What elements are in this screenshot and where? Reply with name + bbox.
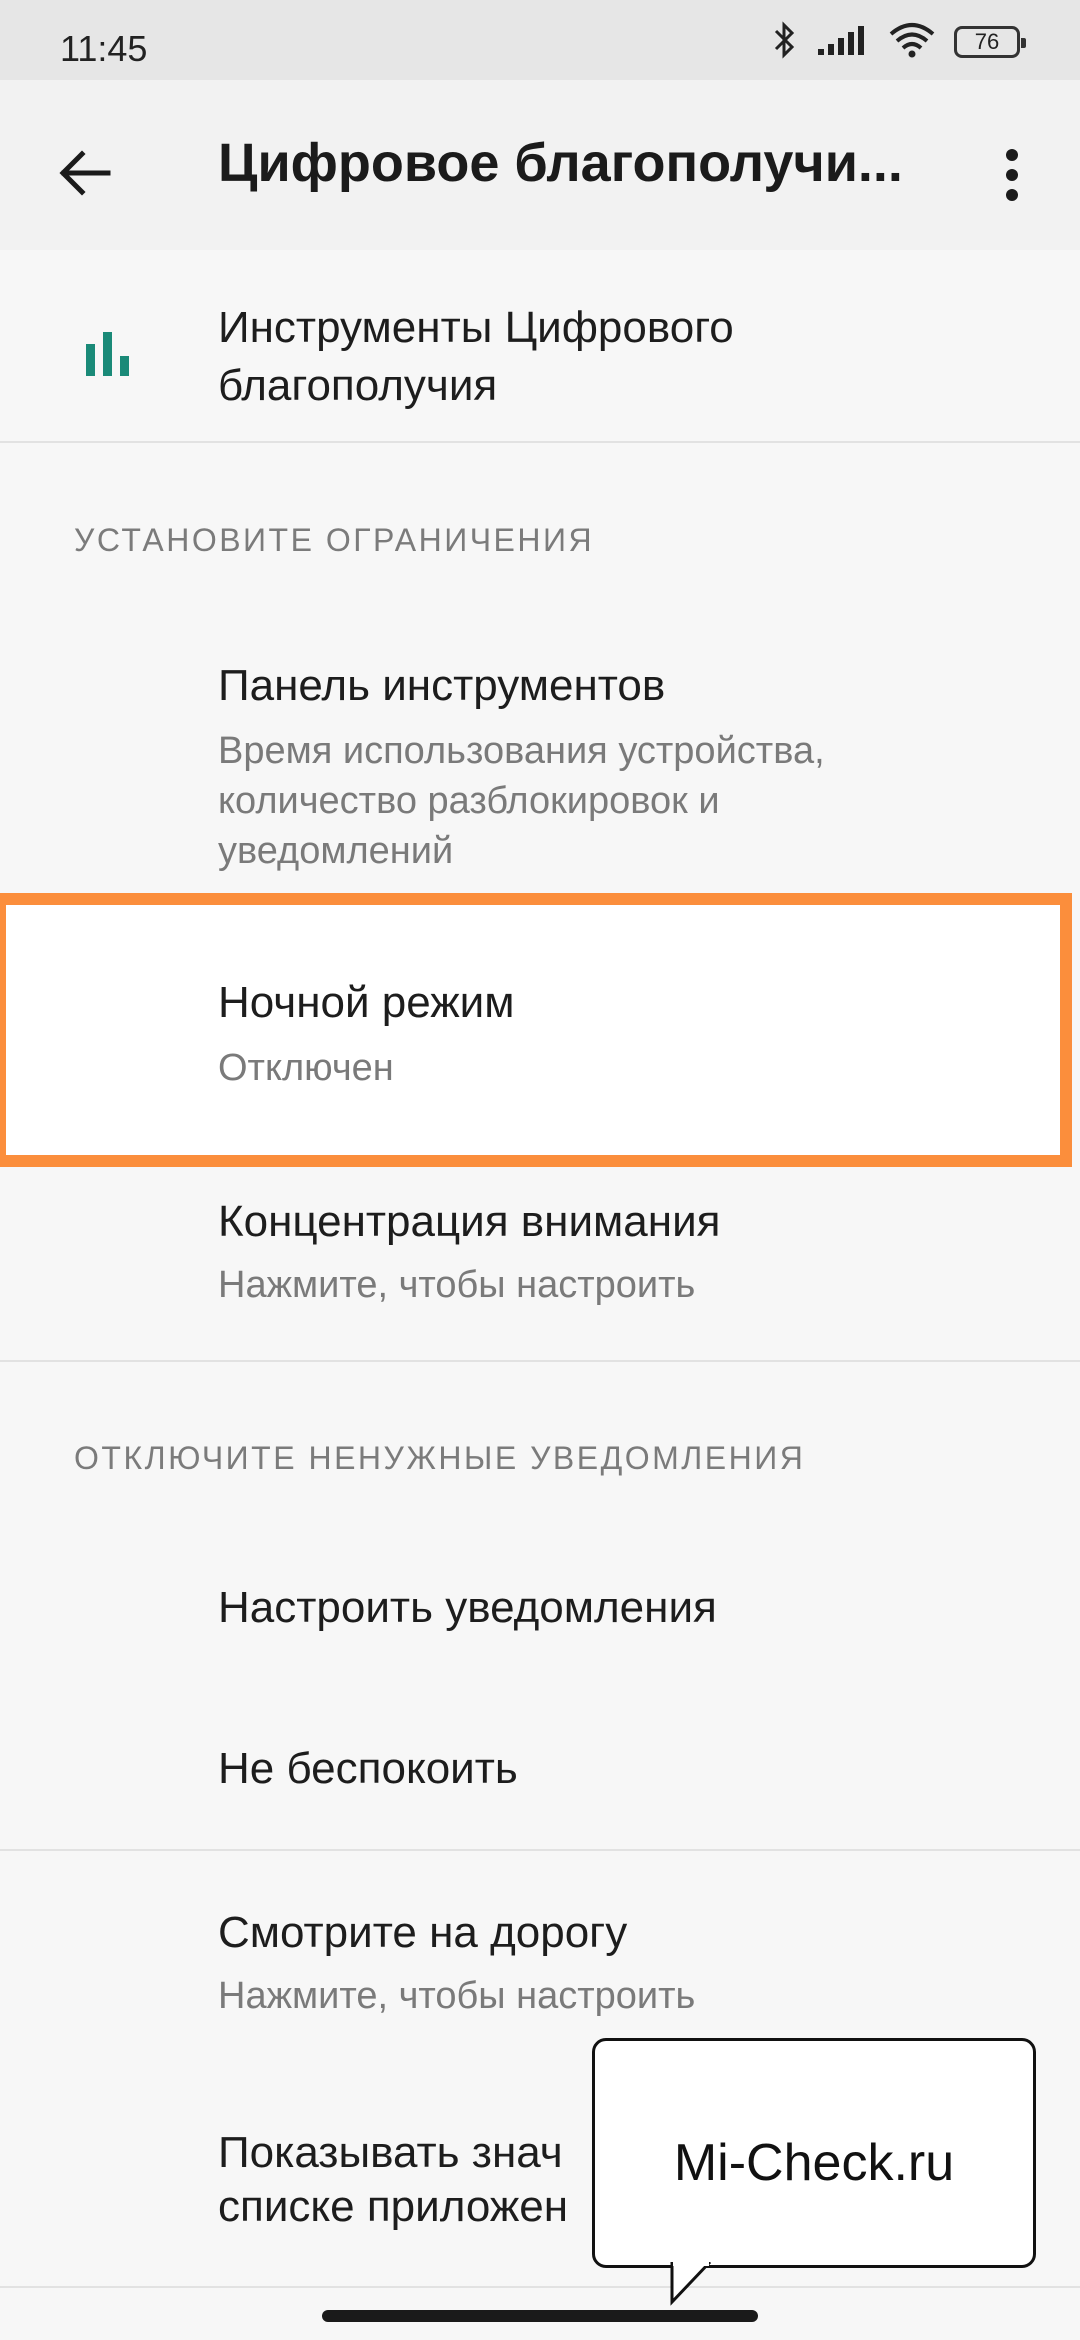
- divider: [0, 441, 1080, 443]
- gesture-nav-bar[interactable]: [322, 2310, 758, 2322]
- divider: [0, 2286, 1080, 2288]
- divider: [0, 1360, 1080, 1362]
- manage-notifications-title: Настроить уведомления: [218, 1583, 717, 1632]
- tools-title-line2: благополучия: [218, 361, 498, 410]
- more-vert-icon: [1005, 148, 1019, 207]
- dashboard-subtitle-line1: Время использования устройства,: [218, 730, 825, 772]
- status-icons: 76: [772, 20, 1026, 64]
- show-icon-title-line2: списке приложен: [218, 2182, 569, 2231]
- tools-title-line1: Инструменты Цифрового: [218, 303, 734, 352]
- list-item-manage-notifications[interactable]: Настроить уведомления: [0, 1580, 1080, 1650]
- focus-mode-title: Концентрация внимания: [218, 1197, 721, 1246]
- app-bar: Цифровое благополучи...: [0, 80, 1080, 250]
- dashboard-title: Панель инструментов: [218, 661, 666, 710]
- bluetooth-icon: [772, 20, 798, 64]
- dashboard-subtitle-line2: количество разблокировок и: [218, 780, 720, 822]
- tools-item[interactable]: Инструменты Цифрового благополучия: [0, 290, 1080, 440]
- watermark-bubble: Mi-Check.ru: [592, 2038, 1036, 2268]
- status-time: 11:45: [60, 28, 148, 69]
- night-mode-title: Ночной режим: [218, 978, 515, 1027]
- watermark-text: Mi-Check.ru: [673, 2134, 955, 2192]
- battery-level: 76: [974, 29, 1000, 54]
- show-icon-title-line1: Показывать знач: [218, 2128, 563, 2177]
- status-bar: 11:45 76: [0, 0, 1080, 80]
- signal-icon: [816, 23, 870, 62]
- back-button[interactable]: [40, 130, 130, 220]
- page-title: Цифровое благополучи...: [218, 133, 903, 193]
- heads-up-subtitle: Нажмите, чтобы настроить: [218, 1975, 696, 2017]
- section-header-notifications: ОТКЛЮЧИТЕ НЕНУЖНЫЕ УВЕДОМЛЕНИЯ: [74, 1440, 806, 1476]
- do-not-disturb-title: Не беспокоить: [218, 1744, 518, 1793]
- list-item-focus-mode[interactable]: Концентрация внимания Нажмите, чтобы нас…: [0, 1190, 1080, 1330]
- night-mode-status: Отключен: [218, 1047, 394, 1089]
- heads-up-title: Смотрите на дорогу: [218, 1908, 628, 1957]
- bar-chart-icon: [86, 332, 130, 381]
- dashboard-subtitle-line3: уведомлений: [218, 830, 454, 872]
- list-item-dashboard[interactable]: Панель инструментов Время использования …: [0, 658, 1080, 878]
- more-options-button[interactable]: [972, 132, 1052, 222]
- wifi-icon: [888, 22, 936, 63]
- battery-icon: 76: [954, 26, 1026, 58]
- list-item-do-not-disturb[interactable]: Не беспокоить: [0, 1741, 1080, 1811]
- focus-mode-subtitle: Нажмите, чтобы настроить: [218, 1264, 696, 1306]
- divider: [0, 1849, 1080, 1851]
- list-item-heads-up[interactable]: Смотрите на дорогу Нажмите, чтобы настро…: [0, 1905, 1080, 2045]
- watermark-bubble-tail: [670, 2262, 712, 2306]
- section-header-limits: УСТАНОВИТЕ ОГРАНИЧЕНИЯ: [74, 522, 595, 558]
- list-item-night-mode[interactable]: Ночной режим Отключен: [0, 905, 1080, 1155]
- back-arrow-icon: [58, 146, 112, 205]
